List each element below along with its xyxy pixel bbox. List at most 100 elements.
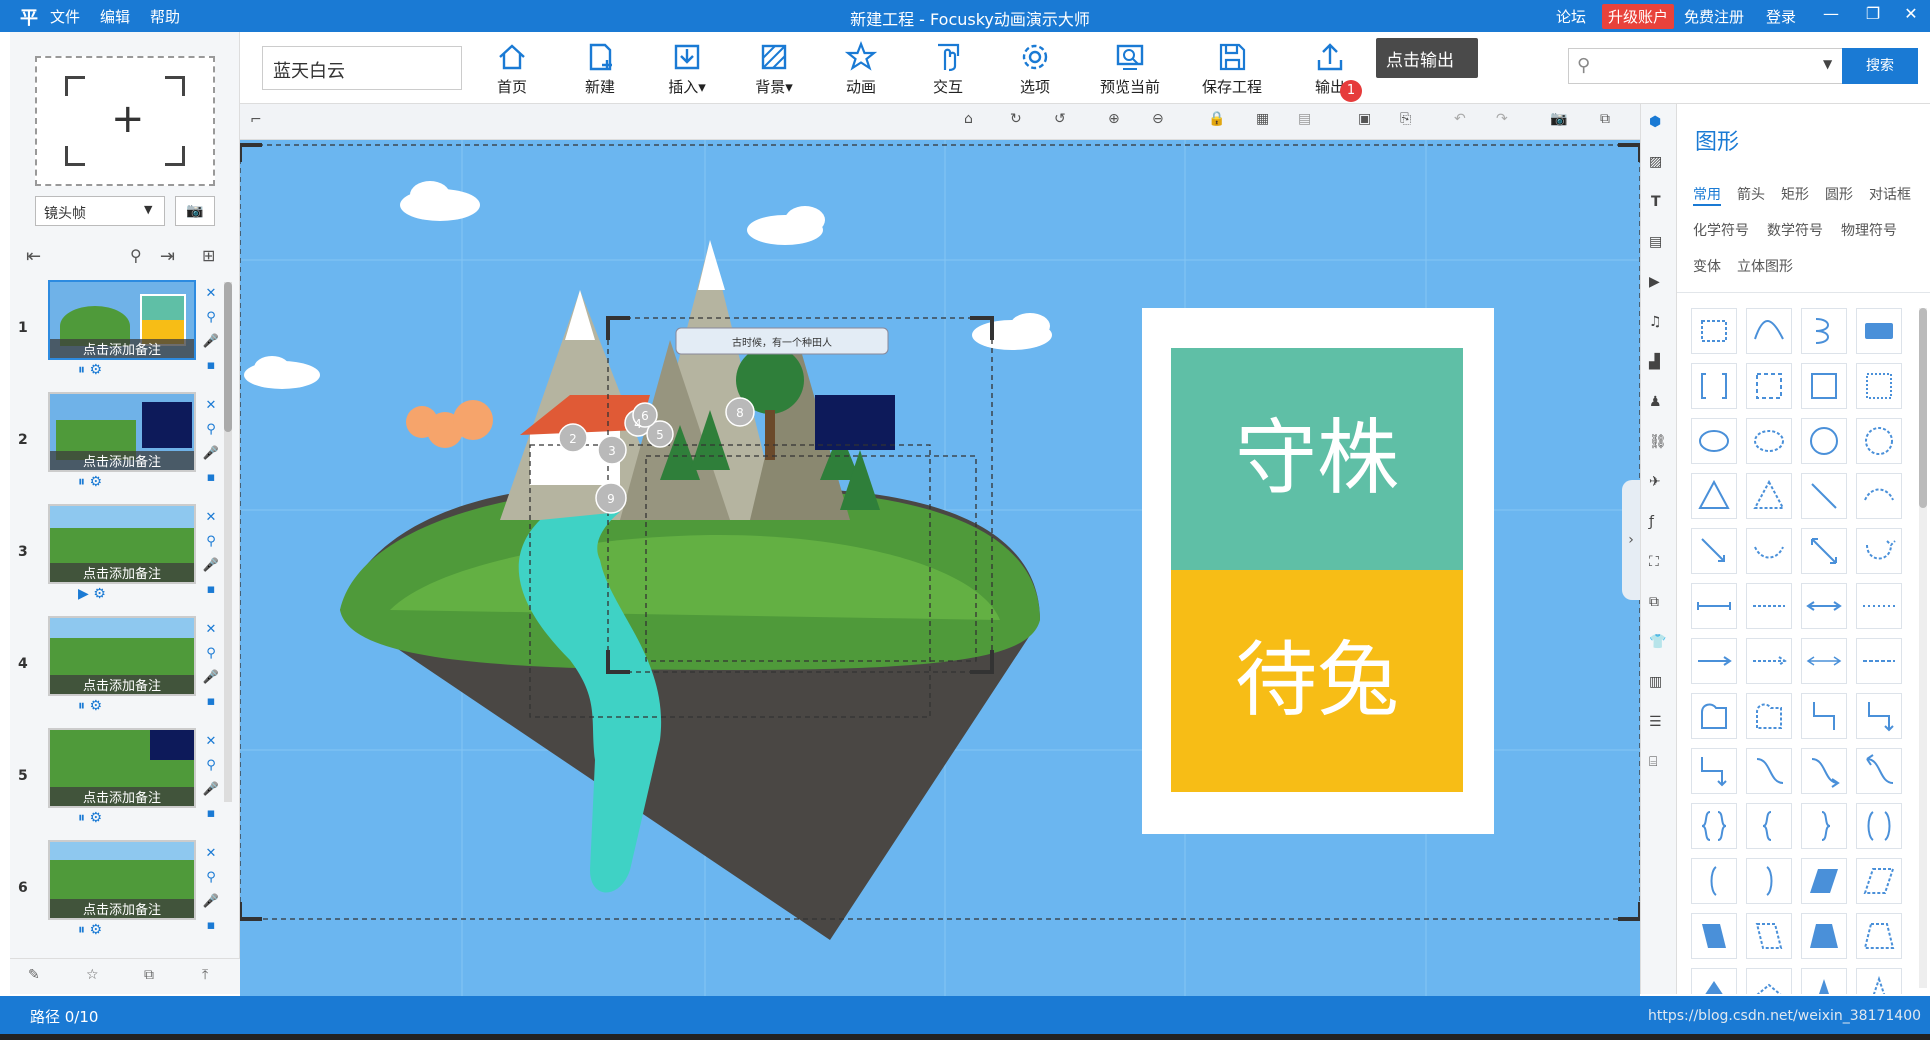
grid-settings-icon[interactable]: ▤ <box>1298 111 1311 127</box>
shape-option[interactable] <box>1691 693 1737 739</box>
login-link[interactable]: 登录 <box>1766 6 1796 27</box>
save-button[interactable]: 保存工程 <box>1184 38 1280 100</box>
shape-option[interactable] <box>1856 418 1902 464</box>
slide-side-tools[interactable]: ✕ ⚲ 🎤 ▪ <box>202 282 220 378</box>
new-button[interactable]: 新建 <box>560 38 640 100</box>
shape-option[interactable] <box>1746 308 1792 354</box>
title-card[interactable]: 守株 待兔 <box>1142 308 1494 834</box>
shape-option[interactable] <box>1856 968 1902 994</box>
shape-option[interactable] <box>1856 363 1902 409</box>
shape-option[interactable] <box>1691 748 1737 794</box>
shape-option[interactable] <box>1856 528 1902 574</box>
shape-option[interactable] <box>1746 363 1792 409</box>
interaction-button[interactable]: 交互 <box>908 38 988 100</box>
shape-option[interactable] <box>1801 858 1847 904</box>
register-link[interactable]: 免费注册 <box>1684 6 1744 27</box>
home-button[interactable]: 首页 <box>472 38 552 100</box>
shape-option[interactable] <box>1801 693 1847 739</box>
inbox-category-icon[interactable]: ⌸ <box>1649 754 1657 770</box>
shape-option[interactable] <box>1801 418 1847 464</box>
slide-controls[interactable]: ⏸ ⚙ <box>78 810 102 826</box>
chart-category-icon[interactable]: ▟ <box>1649 354 1660 370</box>
rotate-right-icon[interactable]: ↻ <box>1010 111 1022 127</box>
shape-option[interactable] <box>1691 858 1737 904</box>
search-button[interactable]: 搜索 <box>1842 48 1918 84</box>
shape-option[interactable] <box>1856 858 1902 904</box>
favorite-icon[interactable]: ☆ <box>86 967 99 983</box>
to-top-icon[interactable]: ⤒ <box>202 967 208 983</box>
shape-option[interactable] <box>1801 308 1847 354</box>
restore-icon[interactable]: ❐ <box>1858 4 1888 23</box>
shape-option[interactable] <box>1856 748 1902 794</box>
slide-thumbnail[interactable]: 点击添加备注 <box>48 504 196 584</box>
frame-type-select[interactable]: 镜头帧 ▼ <box>35 196 165 226</box>
menu-file[interactable]: 文件 <box>50 6 80 27</box>
tab-arrows[interactable]: 箭头 <box>1737 184 1765 204</box>
slide-controls[interactable]: ⏸ ⚙ <box>78 474 102 490</box>
shape-option[interactable] <box>1746 858 1792 904</box>
editing-canvas[interactable]: 古时候，有一个种田人 2 3 4 5 6 8 9 守株 待兔 › <box>240 140 1640 996</box>
shape-option[interactable] <box>1691 363 1737 409</box>
slide-thumbnail[interactable]: 点击添加备注 <box>48 728 196 808</box>
first-slide-icon[interactable]: ⇤ <box>26 246 41 267</box>
slide-controls[interactable]: ⏸ ⚙ <box>78 698 102 714</box>
path-marker-2[interactable]: 2 <box>569 432 577 446</box>
tab-dialogs[interactable]: 对话框 <box>1869 184 1911 204</box>
text-category-icon[interactable]: T <box>1651 194 1661 210</box>
slide-side-tools[interactable]: ✕ ⚲ 🎤 ▪ <box>202 842 220 938</box>
shirt-category-icon[interactable]: 👕 <box>1649 634 1666 650</box>
image-category-icon[interactable]: ▨ <box>1649 154 1662 170</box>
animation-button[interactable]: 动画 <box>821 38 901 100</box>
shape-option[interactable] <box>1856 693 1902 739</box>
upgrade-account-button[interactable]: 升级账户 <box>1602 4 1675 29</box>
tab-rectangles[interactable]: 矩形 <box>1781 184 1809 204</box>
shape-scrollbar[interactable] <box>1919 308 1927 988</box>
shape-option[interactable] <box>1801 968 1847 994</box>
slide-thumbnail[interactable]: 点击添加备注 <box>48 392 196 472</box>
shape-option[interactable] <box>1746 473 1792 519</box>
search-dropdown-icon[interactable]: ▼ <box>1823 57 1832 71</box>
lock-icon[interactable]: 🔒 <box>1208 111 1225 127</box>
grid-icon[interactable]: ▦ <box>1256 111 1269 127</box>
shape-option[interactable] <box>1691 473 1737 519</box>
slide-controls[interactable]: ⏸ ⚙ <box>78 362 102 378</box>
slide-side-tools[interactable]: ✕ ⚲ 🎤 ▪ <box>202 394 220 490</box>
shape-option[interactable] <box>1856 583 1902 629</box>
shape-option[interactable] <box>1746 693 1792 739</box>
shape-option[interactable] <box>1691 803 1737 849</box>
slide-note[interactable]: 点击添加备注 <box>50 339 194 358</box>
forum-link[interactable]: 论坛 <box>1556 6 1586 27</box>
path-marker-9[interactable]: 9 <box>607 492 615 506</box>
menu-edit[interactable]: 编辑 <box>100 6 130 27</box>
preview-button[interactable]: 预览当前 <box>1082 38 1178 100</box>
tab-chemistry[interactable]: 化学符号 <box>1693 220 1749 240</box>
shape-option[interactable] <box>1691 968 1737 994</box>
shape-option[interactable] <box>1746 528 1792 574</box>
slide-side-tools[interactable]: ✕ ⚲ 🎤 ▪ <box>202 506 220 602</box>
shape-option[interactable] <box>1746 968 1792 994</box>
close-icon[interactable]: ✕ <box>1896 4 1926 23</box>
paste-icon[interactable]: ⎘ <box>1400 111 1411 127</box>
gallery-category-icon[interactable]: ⧉ <box>1649 594 1659 610</box>
shape-option[interactable] <box>1691 308 1737 354</box>
zoom-icon[interactable]: ⚲ <box>130 246 142 265</box>
redo-icon[interactable]: ↷ <box>1496 111 1508 127</box>
copy-icon[interactable]: ⧉ <box>144 967 154 983</box>
character-category-icon[interactable]: ♟ <box>1649 394 1662 410</box>
shape-option[interactable] <box>1691 638 1737 684</box>
tab-3d[interactable]: 立体图形 <box>1737 256 1793 276</box>
shape-option[interactable] <box>1801 638 1847 684</box>
shape-option[interactable] <box>1856 638 1902 684</box>
shape-option[interactable] <box>1746 748 1792 794</box>
slide-item-2[interactable]: 2 点击添加备注 ⏸ ⚙ ✕ ⚲ 🎤 ▪ <box>18 390 228 496</box>
home-view-icon[interactable]: ⌂ <box>964 111 973 127</box>
layers-category-icon[interactable]: ☰ <box>1649 714 1662 730</box>
slide-note[interactable]: 点击添加备注 <box>50 787 194 806</box>
window-mode-icon[interactable]: ⧉ <box>1600 111 1610 127</box>
slide-item-6[interactable]: 6 点击添加备注 ⏸ ⚙ ✕ ⚲ 🎤 ▪ <box>18 838 228 944</box>
shape-option[interactable] <box>1746 803 1792 849</box>
scene-category-icon[interactable]: ⛶ <box>1649 554 1659 570</box>
tab-physics[interactable]: 物理符号 <box>1841 220 1897 240</box>
edit-note-icon[interactable]: ✎ <box>28 967 40 983</box>
shape-option[interactable] <box>1746 418 1792 464</box>
